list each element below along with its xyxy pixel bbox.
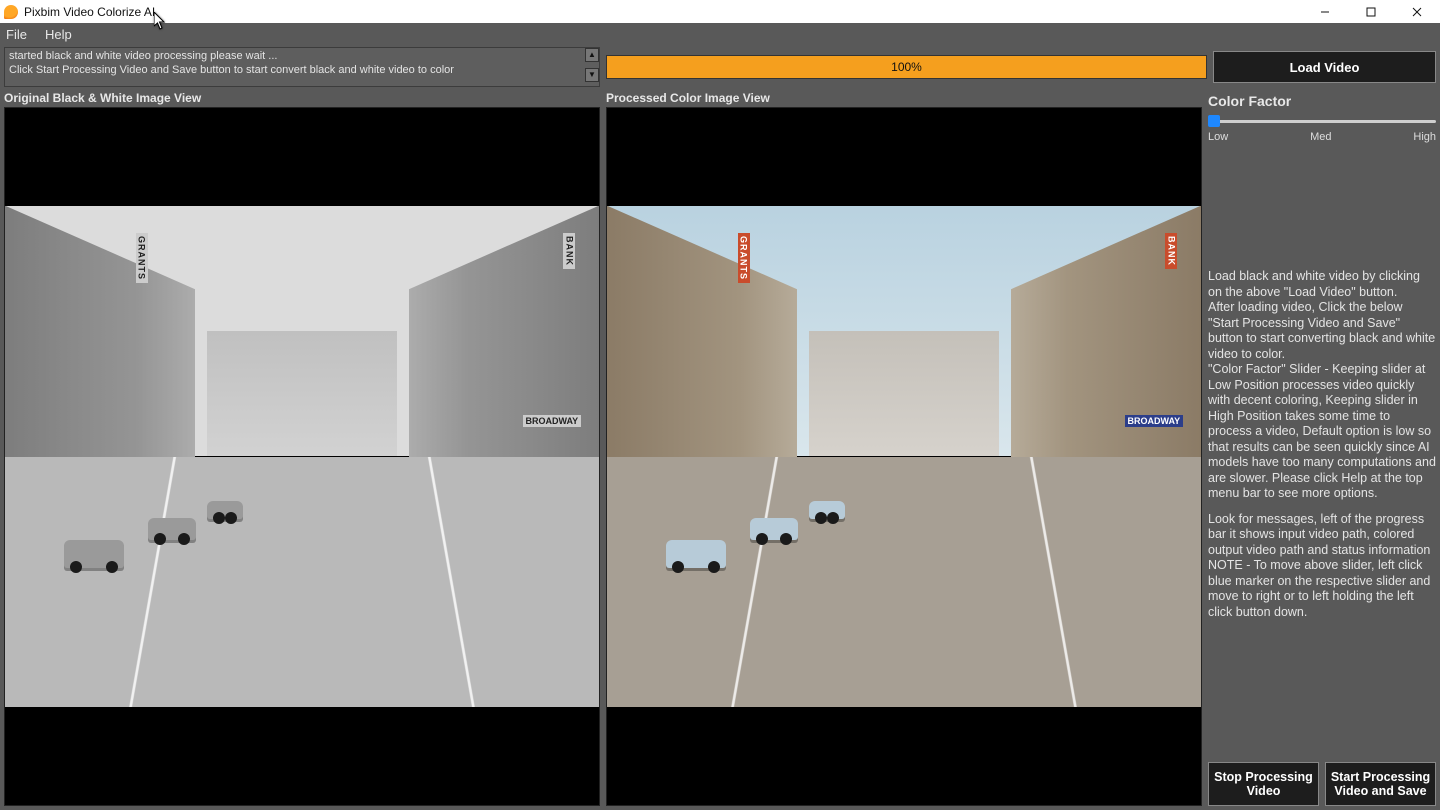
log-line: started black and white video processing… — [9, 49, 583, 63]
slider-label-high: High — [1413, 131, 1436, 143]
original-view-label: Original Black & White Image View — [4, 89, 600, 107]
progress-bar: 100% — [606, 55, 1207, 79]
log-line: Click Start Processing Video and Save bu… — [9, 63, 583, 77]
window-minimize-button[interactable] — [1302, 0, 1348, 23]
window-maximize-button[interactable] — [1348, 0, 1394, 23]
processed-image-viewport: GRANTS BANK BROADWAY — [606, 107, 1202, 806]
load-video-button[interactable]: Load Video — [1213, 51, 1436, 83]
scene-sign: BANK — [1165, 233, 1177, 269]
window-titlebar: Pixbim Video Colorize AI — [0, 0, 1440, 23]
cursor-icon — [154, 12, 166, 30]
slider-label-low: Low — [1208, 131, 1228, 143]
color-factor-heading: Color Factor — [1208, 93, 1436, 109]
processed-view-label: Processed Color Image View — [606, 89, 1202, 107]
window-close-button[interactable] — [1394, 0, 1440, 23]
log-scroll-down-button[interactable]: ▼ — [585, 68, 599, 82]
help-text: Load black and white video by clicking o… — [1208, 269, 1436, 762]
app-logo-icon — [4, 5, 18, 19]
progress-text: 100% — [891, 60, 922, 74]
menu-bar: File Help — [0, 23, 1440, 45]
slider-label-med: Med — [1310, 131, 1331, 143]
color-factor-slider[interactable] — [1208, 115, 1436, 127]
log-scroll-up-button[interactable]: ▲ — [585, 48, 599, 62]
scene-sign: GRANTS — [136, 233, 148, 283]
stop-processing-button[interactable]: Stop Processing Video — [1208, 762, 1319, 806]
menu-file[interactable]: File — [4, 25, 37, 44]
slider-thumb-icon[interactable] — [1208, 115, 1220, 127]
scene-sign: BANK — [563, 233, 575, 269]
window-title: Pixbim Video Colorize AI — [24, 5, 155, 19]
start-processing-button[interactable]: Start Processing Video and Save — [1325, 762, 1436, 806]
scene-sign: GRANTS — [738, 233, 750, 283]
menu-help[interactable]: Help — [43, 25, 82, 44]
scene-sign: BROADWAY — [1125, 415, 1184, 427]
original-image-viewport: GRANTS BANK BROADWAY — [4, 107, 600, 806]
scene-sign: BROADWAY — [523, 415, 582, 427]
log-box: started black and white video processing… — [4, 47, 600, 87]
